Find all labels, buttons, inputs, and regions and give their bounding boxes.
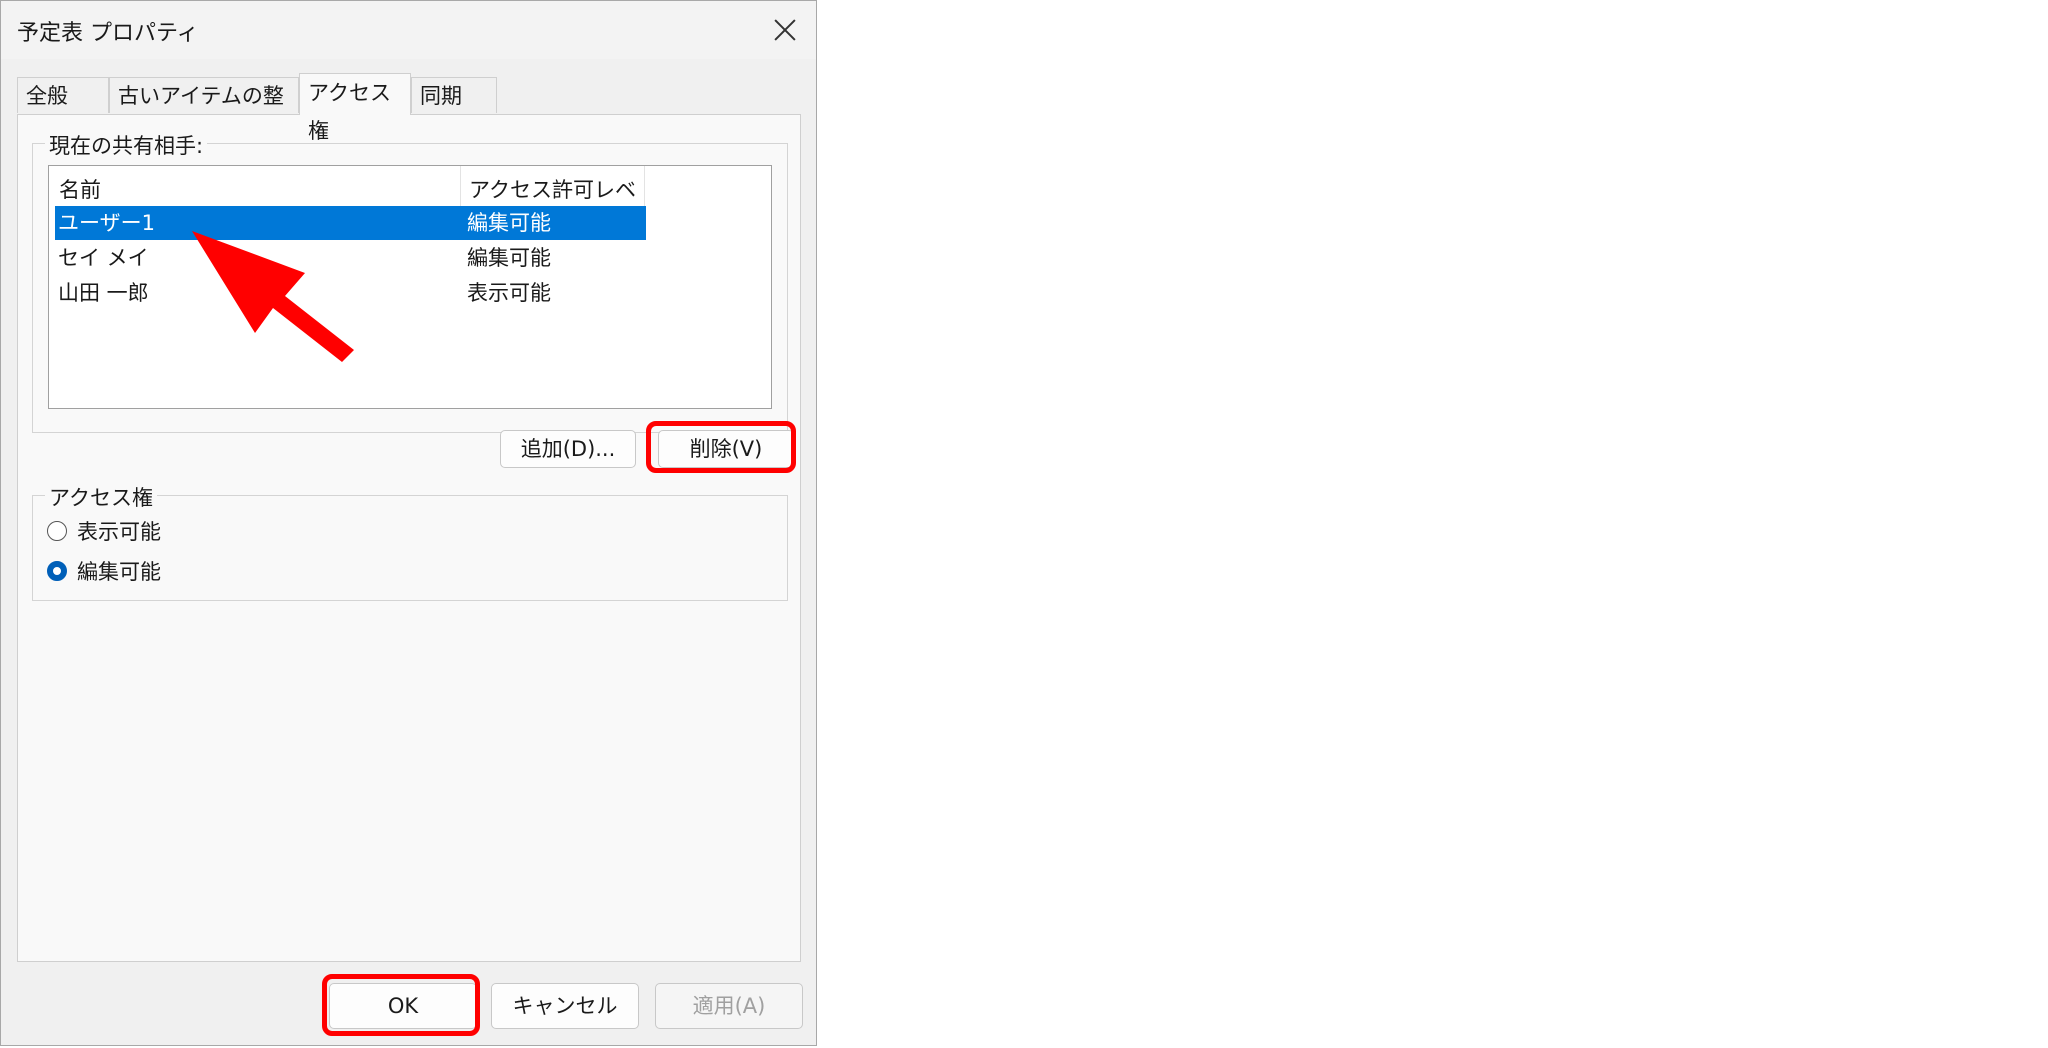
arrow-icon — [192, 231, 354, 362]
arrow-icon — [192, 231, 354, 362]
